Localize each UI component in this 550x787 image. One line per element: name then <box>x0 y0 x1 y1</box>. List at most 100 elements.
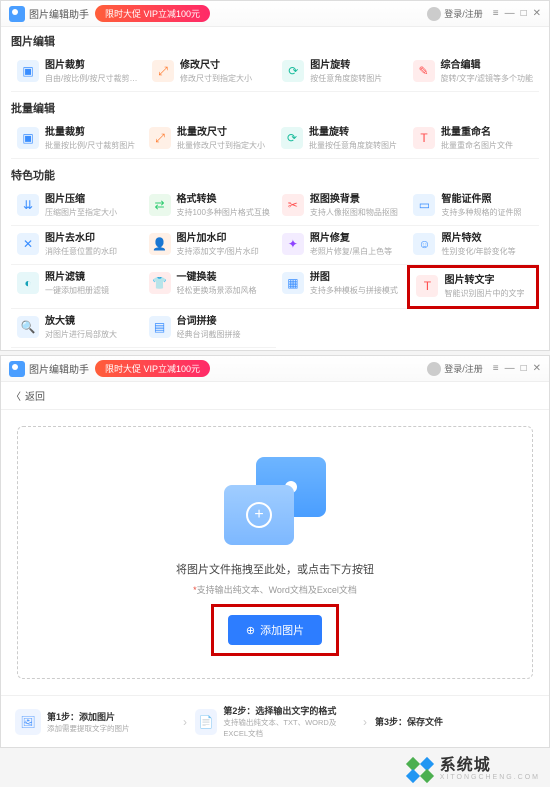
convert-icon: ⇄ <box>149 194 171 216</box>
chevron-left-icon: 〈 <box>11 388 21 403</box>
minimize-icon[interactable]: — <box>505 363 515 374</box>
avatar-icon <box>427 7 441 21</box>
feature-ocr[interactable]: T图片转文字智能识别图片中的文字 <box>407 265 539 309</box>
compress-icon: ⇊ <box>17 194 39 216</box>
batch-resize-icon: ⤢ <box>149 127 171 149</box>
drop-area[interactable]: + 将图片文件拖拽至此处，或点击下方按钮 *支持输出纯文本、Word文档及Exc… <box>17 426 533 679</box>
close-icon[interactable]: ✕ <box>533 363 541 374</box>
feature-repair[interactable]: ✦照片修复老照片修复/黑白上色等 <box>276 226 408 265</box>
rename-icon: T <box>413 127 435 149</box>
repair-icon: ✦ <box>282 233 304 255</box>
multi-edit-icon: ✎ <box>413 60 435 82</box>
feature-collage[interactable]: ▦拼图支持多种模板与拼接模式 <box>276 265 408 309</box>
maximize-icon[interactable]: □ <box>521 8 527 19</box>
drop-formats: *支持输出纯文本、Word文档及Excel文档 <box>38 583 512 596</box>
remove-wm-icon: ✕ <box>17 233 39 255</box>
magnifier-icon: 🔍 <box>17 316 39 338</box>
ocr-icon: T <box>416 275 438 297</box>
feature-magnifier[interactable]: 🔍放大镜对图片进行局部放大 <box>11 309 143 348</box>
feature-outfit[interactable]: 👕一键换装轻松更换场景添加风格 <box>143 265 276 309</box>
back-button[interactable]: 〈 返回 <box>11 388 45 403</box>
watermark-sub: XITONGCHENG.COM <box>440 774 540 781</box>
app-title-2: 图片编辑助手 <box>29 361 89 376</box>
add-image-button[interactable]: ⊕ 添加图片 <box>228 615 322 645</box>
step-1: 🖼 第1步：添加图片添加需要提取文字的图片 <box>15 709 175 735</box>
section-title-edit: 图片编辑 <box>11 33 539 49</box>
login-link[interactable]: 登录/注册 <box>427 7 483 21</box>
step-3: 第3步：保存文件 <box>375 715 535 728</box>
feature-rotate[interactable]: ⟳图片旋转按任意角度旋转图片 <box>276 53 406 92</box>
idphoto-icon: ▭ <box>413 194 435 216</box>
login-label: 登录/注册 <box>444 7 483 20</box>
feature-multi-edit[interactable]: ✎综合编辑旋转/文字/滤镜等多个功能 <box>407 53 539 92</box>
feature-batch-rotate[interactable]: ⟳批量旋转批量按任意角度旋转图片 <box>275 120 407 159</box>
feature-cutout[interactable]: ✂抠图换背景支持人像抠图和物品抠图 <box>276 187 408 226</box>
app-logo-icon <box>9 6 25 22</box>
arrow-icon: › <box>183 715 187 729</box>
feature-batch-rename[interactable]: T批量重命名批量重命名图片文件 <box>407 120 539 159</box>
feature-batch-resize[interactable]: ⤢批量改尺寸批量修改尺寸到指定大小 <box>143 120 275 159</box>
watermark: 系统城 XITONGCHENG.COM <box>0 752 550 787</box>
close-icon[interactable]: ✕ <box>533 8 541 19</box>
outfit-icon: 👕 <box>149 272 171 294</box>
add-card-icon: + <box>224 485 294 545</box>
step2-icon: 📄 <box>195 709 217 735</box>
step-2: 📄 第2步：选择输出文字的格式支持输出纯文本、TXT、WORD及EXCEL文档 <box>195 704 355 739</box>
minimize-icon[interactable]: — <box>505 8 515 19</box>
maximize-icon[interactable]: □ <box>521 363 527 374</box>
promo-badge[interactable]: 限时大促 VIP立减100元 <box>95 5 210 22</box>
section-special: 特色功能 ⇊图片压缩压缩图片至指定大小 ⇄格式转换支持100多种图片格式互换 ✂… <box>1 161 549 350</box>
feature-convert[interactable]: ⇄格式转换支持100多种图片格式互换 <box>143 187 276 226</box>
main-window: 图片编辑助手 限时大促 VIP立减100元 登录/注册 ≡ — □ ✕ 图片编辑… <box>0 0 550 351</box>
drop-title: 将图片文件拖拽至此处，或点击下方按钮 <box>38 561 512 577</box>
feature-crop[interactable]: ▣图片裁剪自由/按比例/按尺寸裁剪图片 <box>11 53 146 92</box>
promo-badge-2[interactable]: 限时大促 VIP立减100元 <box>95 360 210 377</box>
titlebar-2: 图片编辑助手 限时大促 VIP立减100元 登录/注册 ≡ — □ ✕ <box>1 356 549 382</box>
feature-compress[interactable]: ⇊图片压缩压缩图片至指定大小 <box>11 187 143 226</box>
app-logo-icon <box>9 361 25 377</box>
stitch-icon: ▤ <box>149 316 171 338</box>
ocr-window: 图片编辑助手 限时大促 VIP立减100元 登录/注册 ≡ — □ ✕ 〈 返回… <box>0 355 550 748</box>
watermark-logo-icon <box>408 759 434 781</box>
add-button-highlight: ⊕ 添加图片 <box>211 604 339 656</box>
app-title: 图片编辑助手 <box>29 6 89 21</box>
avatar-icon <box>427 362 441 376</box>
steps-bar: 🖼 第1步：添加图片添加需要提取文字的图片 › 📄 第2步：选择输出文字的格式支… <box>1 695 549 747</box>
feature-batch-crop[interactable]: ▣批量裁剪批量按比例/尺寸裁剪图片 <box>11 120 143 159</box>
section-edit: 图片编辑 ▣图片裁剪自由/按比例/按尺寸裁剪图片 ⤢修改尺寸修改尺寸到指定大小 … <box>1 27 549 94</box>
titlebar: 图片编辑助手 限时大促 VIP立减100元 登录/注册 ≡ — □ ✕ <box>1 1 549 27</box>
window-controls-2: ≡ — □ ✕ <box>493 363 541 374</box>
feature-subtitle-stitch[interactable]: ▤台词拼接经典台词截图拼接 <box>143 309 276 348</box>
crop-icon: ▣ <box>17 60 39 82</box>
feature-resize[interactable]: ⤢修改尺寸修改尺寸到指定大小 <box>146 53 276 92</box>
back-label: 返回 <box>25 388 45 403</box>
subbar: 〈 返回 <box>1 382 549 410</box>
feature-remove-watermark[interactable]: ✕图片去水印消除任意位置的水印 <box>11 226 143 265</box>
batch-crop-icon: ▣ <box>17 127 39 149</box>
effects-icon: ☺ <box>413 233 435 255</box>
feature-filter[interactable]: ◐照片滤镜一键添加相册滤镜 <box>11 265 143 309</box>
resize-icon: ⤢ <box>152 60 174 82</box>
section-title-special: 特色功能 <box>11 167 539 183</box>
login-link-2[interactable]: 登录/注册 <box>427 362 483 376</box>
feature-idphoto[interactable]: ▭智能证件照支持多种规格的证件照 <box>407 187 539 226</box>
watermark-title: 系统城 <box>440 758 540 774</box>
batch-rotate-icon: ⟳ <box>281 127 303 149</box>
feature-add-watermark[interactable]: 👤图片加水印支持添加文字/图片水印 <box>143 226 276 265</box>
menu-icon[interactable]: ≡ <box>493 8 499 19</box>
menu-icon[interactable]: ≡ <box>493 363 499 374</box>
login-label-2: 登录/注册 <box>444 362 483 375</box>
step1-icon: 🖼 <box>15 709 41 735</box>
collage-icon: ▦ <box>282 272 304 294</box>
add-image-label: 添加图片 <box>260 622 304 638</box>
filter-icon: ◐ <box>17 272 39 294</box>
section-title-batch: 批量编辑 <box>11 100 539 116</box>
drop-illustration: + <box>220 457 330 547</box>
arrow-icon: › <box>363 715 367 729</box>
plus-icon: ⊕ <box>246 624 255 637</box>
section-batch: 批量编辑 ▣批量裁剪批量按比例/尺寸裁剪图片 ⤢批量改尺寸批量修改尺寸到指定大小… <box>1 94 549 161</box>
window-controls: ≡ — □ ✕ <box>493 8 541 19</box>
add-wm-icon: 👤 <box>149 233 171 255</box>
rotate-icon: ⟳ <box>282 60 304 82</box>
feature-effects[interactable]: ☺照片特效性别变化/年龄变化等 <box>407 226 539 265</box>
